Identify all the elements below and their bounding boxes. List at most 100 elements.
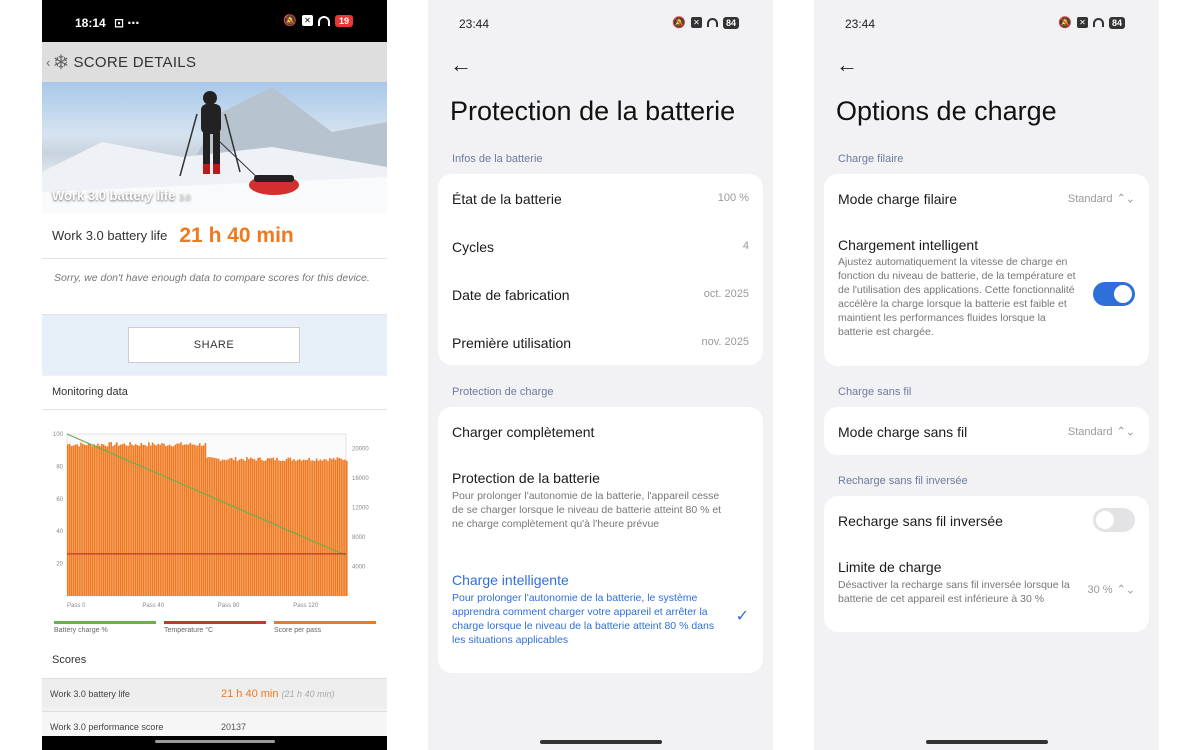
bar bbox=[67, 444, 69, 596]
mute-icon: 🔕 bbox=[672, 17, 686, 29]
battery-icon: 19 bbox=[334, 14, 353, 27]
bar bbox=[264, 460, 267, 596]
bar bbox=[257, 457, 259, 596]
reverse-wireless-toggle[interactable] bbox=[1093, 508, 1135, 532]
bar bbox=[217, 458, 220, 596]
scores-title: Scores bbox=[42, 644, 387, 678]
smart-charging-toggle[interactable] bbox=[1093, 282, 1135, 306]
pcmark-screen: 18:14 ⊡ ⋯ 🔕 ✕ 19 ‹ ❄ SCORE DETAILS Work … bbox=[42, 0, 387, 750]
info-row-cycles: Cycles 4 bbox=[452, 239, 749, 255]
bar bbox=[178, 443, 180, 596]
bar bbox=[106, 446, 109, 596]
bar bbox=[202, 445, 205, 596]
bar bbox=[270, 458, 273, 596]
bar bbox=[165, 445, 167, 596]
score-name: Work 3.0 battery life bbox=[50, 688, 130, 699]
bar bbox=[110, 442, 112, 596]
bar bbox=[104, 445, 107, 596]
section-wired: Charge filaire bbox=[838, 153, 904, 165]
bar bbox=[225, 460, 227, 596]
home-gesture-bar[interactable] bbox=[540, 740, 662, 744]
bar bbox=[206, 457, 209, 596]
bar bbox=[215, 458, 218, 596]
home-gesture-bar[interactable] bbox=[926, 740, 1048, 744]
bar bbox=[85, 445, 88, 596]
bar bbox=[340, 458, 342, 596]
charge-limit-row[interactable]: Limite de charge Désactiver la recharge … bbox=[838, 559, 1079, 606]
bar bbox=[298, 459, 301, 596]
bar bbox=[310, 460, 312, 596]
bar bbox=[346, 460, 348, 596]
bar bbox=[236, 461, 239, 596]
wired-mode-selector[interactable]: Mode charge filaire Standard ⌃⌄ bbox=[838, 191, 1135, 207]
bar bbox=[189, 442, 192, 596]
bar bbox=[116, 442, 118, 596]
bar bbox=[138, 445, 141, 596]
bar bbox=[70, 446, 73, 596]
battery-icon: 84 bbox=[1108, 16, 1125, 29]
bar bbox=[232, 459, 235, 596]
bar bbox=[181, 445, 184, 596]
bar bbox=[253, 459, 256, 596]
bar bbox=[296, 459, 299, 596]
bar bbox=[293, 459, 295, 596]
bar bbox=[112, 446, 114, 596]
battery-icon: 84 bbox=[722, 16, 739, 29]
legend-temperature: Temperature °C bbox=[164, 621, 266, 634]
option-battery-protection[interactable]: Protection de la batterie Pour prolonger… bbox=[452, 470, 727, 531]
bar bbox=[95, 445, 97, 596]
hero-version: 3.0 bbox=[179, 193, 191, 202]
bar bbox=[91, 446, 94, 596]
hero-image: Work 3.0 battery life 3.0 bbox=[42, 82, 387, 213]
page-title: Protection de la batterie bbox=[450, 96, 736, 126]
wifi-icon bbox=[706, 18, 718, 27]
bar bbox=[129, 442, 131, 596]
reverse-wireless-card: Recharge sans fil inversée Limite de cha… bbox=[824, 496, 1149, 632]
option-smart-charge[interactable]: Charge intelligente Pour prolonger l'aut… bbox=[452, 572, 727, 647]
status-time: 23:44 bbox=[845, 17, 876, 31]
bar bbox=[180, 442, 182, 596]
bar bbox=[102, 444, 105, 596]
bar bbox=[229, 458, 231, 596]
bar bbox=[125, 445, 128, 596]
bar bbox=[276, 457, 278, 596]
bar bbox=[168, 444, 171, 596]
nav-bar bbox=[42, 736, 387, 750]
bar bbox=[210, 457, 212, 596]
smart-charging-row: Chargement intelligent Ajustez automatiq… bbox=[838, 237, 1076, 338]
bar bbox=[100, 444, 103, 596]
bar bbox=[329, 457, 331, 596]
y-right-tick-label: 16000 bbox=[352, 476, 369, 482]
bar bbox=[198, 443, 201, 596]
y-left-tick-label: 60 bbox=[56, 497, 63, 503]
bar bbox=[161, 443, 163, 596]
checkmark-icon: ✓ bbox=[735, 608, 749, 625]
option-full-charge[interactable]: Charger complètement bbox=[452, 424, 749, 440]
share-button[interactable]: SHARE bbox=[128, 327, 300, 363]
back-icon[interactable]: ‹ bbox=[46, 54, 51, 70]
back-arrow-icon[interactable]: ← bbox=[450, 52, 472, 78]
info-row-first-use: Première utilisation nov. 2025 bbox=[452, 335, 749, 351]
score-value: 21 h 40 min bbox=[221, 687, 279, 700]
section-wireless: Charge sans fil bbox=[838, 386, 912, 398]
bar bbox=[319, 459, 322, 596]
bar bbox=[172, 446, 175, 596]
reverse-wireless-row: Recharge sans fil inversée bbox=[838, 513, 1003, 529]
bar bbox=[219, 460, 222, 596]
bar bbox=[131, 444, 133, 596]
bar bbox=[251, 458, 254, 596]
wireless-mode-selector[interactable]: Mode charge sans fil Standard ⌃⌄ bbox=[838, 424, 1135, 440]
bar bbox=[200, 445, 203, 596]
bar bbox=[191, 444, 194, 596]
chart-legend: Battery charge % Temperature °C Score pe… bbox=[54, 621, 376, 634]
bar bbox=[214, 458, 216, 596]
bar bbox=[119, 444, 122, 596]
bar bbox=[325, 459, 327, 596]
home-gesture-bar[interactable] bbox=[155, 740, 275, 743]
bar bbox=[323, 459, 325, 596]
bar bbox=[74, 444, 77, 596]
bar bbox=[336, 457, 339, 596]
back-arrow-icon[interactable]: ← bbox=[836, 52, 858, 78]
bar bbox=[268, 458, 271, 596]
bar bbox=[227, 459, 229, 596]
